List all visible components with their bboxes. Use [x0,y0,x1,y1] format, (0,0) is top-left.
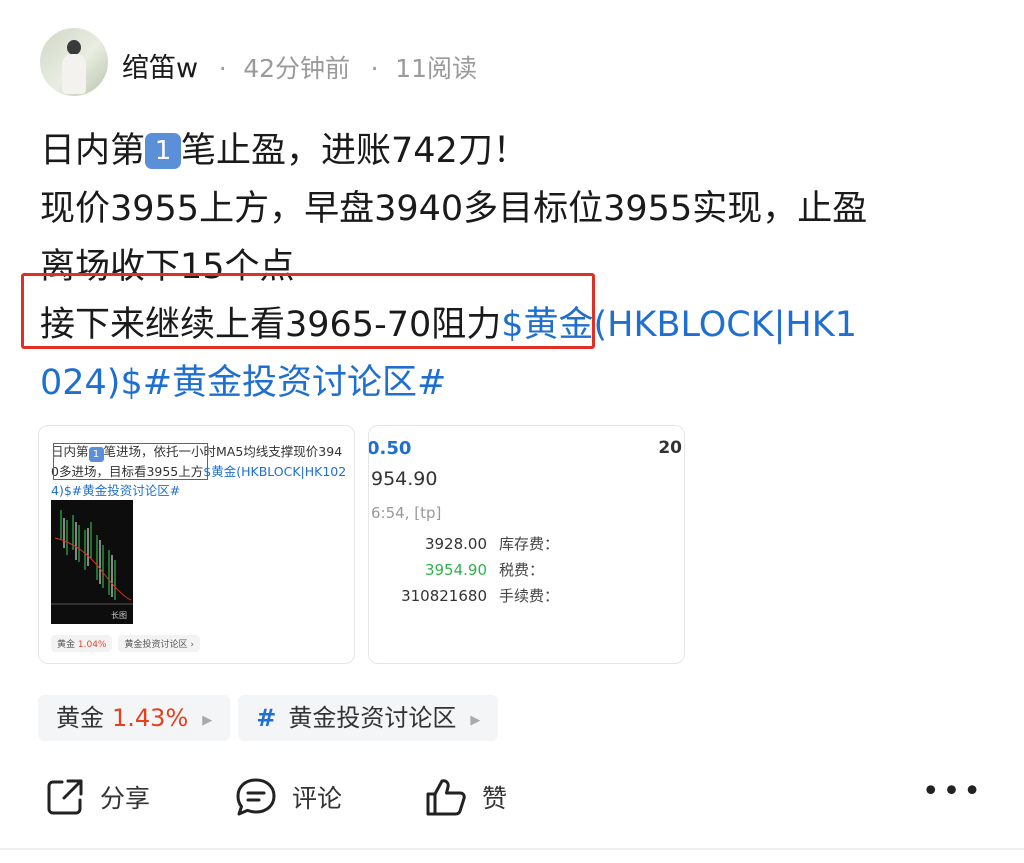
topic-tag[interactable]: # 黄金投资讨论区 ▶ [238,695,499,741]
share-button[interactable]: 分享 [44,770,150,824]
stock-tag-name: 黄金 [56,704,104,732]
author-meta: 绾笛w · 42分钟前 · 11阅读 [122,46,477,85]
meta-separator: · [218,54,227,83]
trade-row-value: 3954.90 [424,561,487,579]
trade-right-value: 20 [658,438,682,458]
post-line-2: 现价3955上方，早盘3940多目标位3955实现，止盈 [40,189,868,229]
read-count: 11阅读 [395,54,477,83]
hashtag-icon: # [256,704,277,732]
post-tags: 黄金 1.43% ▶ # 黄金投资讨论区 ▶ [38,695,506,741]
post-line-1: 日内第 1 笔止盈，进账742刀！ [40,122,990,180]
thumbs-up-icon [426,779,466,816]
post-text: 笔止盈，进账742刀！ [181,131,528,171]
candlestick-graphic [51,510,133,605]
thumb-stock-name: 黄金 [57,640,76,650]
chevron-right-icon: ▶ [202,713,213,728]
image-thumbnail-post-screenshot[interactable]: 日内第 1 笔进场，依托一小时MA5均线支撑现价394 0多进场，目标看3955上方… [38,425,355,664]
share-icon [47,779,83,815]
thumb-link: 4)$#黄金投资讨论区# [51,483,181,498]
trade-row-label: 库存费： [499,535,560,553]
thumb-highlight-box [53,443,208,480]
thumb-tags: 黄金 1.04% 黄金投资讨论区 › [51,635,206,652]
topic-tag-name: 黄金投资讨论区 [288,704,457,732]
trade-row-value: 310821680 [401,587,487,605]
trade-top-value: 0.50 [368,438,412,459]
post-body[interactable]: 日内第 1 笔止盈，进账742刀！ 现价3955上方，早盘3940多目标位3955实… [40,122,990,412]
comment-icon [236,778,276,816]
trade-row-label: 税费： [499,561,545,579]
action-bar: 分享 评论 赞 ••• [40,770,984,824]
like-button[interactable]: 赞 [424,770,507,824]
trade-row: 3954.90 税费： [369,559,545,580]
author-name[interactable]: 绾笛w [122,53,198,84]
trade-row: 3928.00 库存费： [369,533,560,554]
long-image-label: 长图 [111,611,127,620]
share-label: 分享 [100,784,151,813]
avatar-figure-body [62,54,86,94]
avatar-figure-head [67,40,81,55]
number-one-emoji-icon: 1 [145,133,182,169]
stock-tag[interactable]: 黄金 1.43% ▶ [38,695,231,741]
thumb-topic-tag: 黄金投资讨论区 › [118,635,200,652]
image-thumbnail-trade-details[interactable]: 0.50 20 954.90 6:54, [tp] 3928.00 库存费： 39… [368,425,685,664]
thumb-candlestick-chart: 长图 [51,500,133,624]
post-header: 绾笛w · 42分钟前 · 11阅读 [40,28,1000,100]
like-label: 赞 [482,784,508,813]
divider [0,848,1024,850]
comment-label: 评论 [292,784,343,813]
more-options-icon[interactable]: ••• [922,777,984,807]
thumb-stock-tag: 黄金 1.04% [51,635,113,652]
thumb-link: $黄金(HKBLOCK|HK102 [203,464,347,479]
chevron-right-icon: ▶ [470,713,481,728]
post-time: 42分钟前 [243,54,351,83]
comment-button[interactable]: 评论 [234,770,342,824]
post-text: 日内第 [40,131,146,171]
trade-row-label: 手续费： [499,587,560,605]
thumb-stock-pct: 1.04% [77,640,107,650]
meta-separator: · [370,54,379,83]
stock-tag-change: 1.43% [112,704,189,732]
avatar[interactable] [40,28,108,96]
topic-link[interactable]: 024)$#黄金投资讨论区# [40,354,990,412]
trade-row: 310821680 手续费： [369,585,560,606]
trade-price: 954.90 [371,468,438,490]
highlight-annotation-box [21,273,595,349]
trade-time: 6:54, [tp] [371,504,442,522]
trade-row-value: 3928.00 [424,535,487,553]
